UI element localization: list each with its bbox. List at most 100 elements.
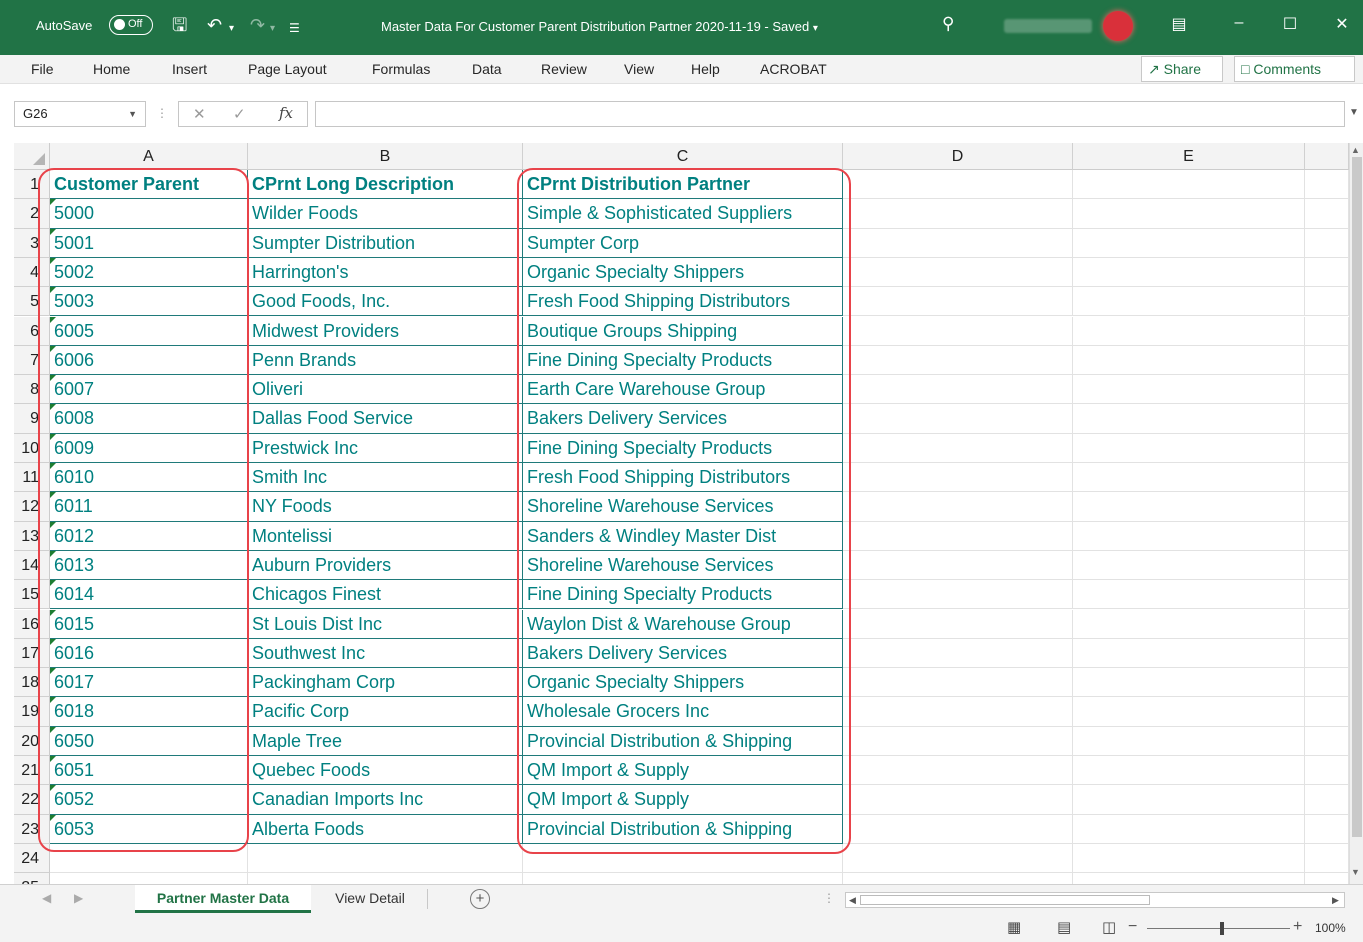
empty-cell[interactable]: [843, 814, 1073, 844]
row-header[interactable]: 8: [14, 375, 50, 405]
tab-prev-icon[interactable]: ◀: [42, 891, 51, 905]
row-header[interactable]: 20: [14, 726, 50, 756]
empty-cell[interactable]: [1305, 814, 1349, 844]
row-header[interactable]: 24: [14, 843, 50, 874]
header-cell[interactable]: CPrnt Distribution Partner: [523, 170, 843, 200]
user-name[interactable]: [1004, 19, 1092, 33]
table-cell[interactable]: Wilder Foods: [248, 199, 523, 229]
table-cell[interactable]: Dallas Food Service: [248, 404, 523, 434]
empty-cell[interactable]: [1073, 316, 1305, 346]
empty-cell[interactable]: [1305, 521, 1349, 551]
chevron-down-icon[interactable]: ▼: [128, 102, 137, 126]
row-header[interactable]: 18: [14, 668, 50, 698]
table-cell[interactable]: 6012: [50, 521, 248, 551]
empty-cell[interactable]: [1305, 316, 1349, 346]
scroll-up-icon[interactable]: ▲: [1351, 145, 1360, 155]
empty-cell[interactable]: [1073, 668, 1305, 698]
empty-cell[interactable]: [1073, 375, 1305, 405]
empty-cell[interactable]: [1305, 638, 1349, 669]
table-cell[interactable]: Organic Specialty Shippers: [523, 668, 843, 698]
table-cell[interactable]: Quebec Foods: [248, 756, 523, 786]
page-break-view-icon[interactable]: ◫: [1102, 918, 1116, 936]
empty-cell[interactable]: [843, 609, 1073, 639]
menu-help[interactable]: Help: [691, 61, 720, 77]
ribbon-display-icon[interactable]: ▤: [1164, 14, 1194, 34]
empty-cell[interactable]: [843, 521, 1073, 551]
empty-cell[interactable]: [1073, 257, 1305, 288]
empty-cell[interactable]: [1305, 170, 1349, 200]
redo-dropdown-icon[interactable]: ▾: [270, 18, 275, 40]
empty-cell[interactable]: [843, 492, 1073, 522]
empty-cell[interactable]: [1305, 463, 1349, 493]
empty-cell[interactable]: [1305, 199, 1349, 229]
table-cell[interactable]: Bakers Delivery Services: [523, 404, 843, 434]
empty-cell[interactable]: [843, 785, 1073, 815]
empty-cell[interactable]: [843, 199, 1073, 229]
empty-cell[interactable]: [1073, 697, 1305, 727]
row-header[interactable]: 12: [14, 492, 50, 522]
empty-cell[interactable]: [843, 257, 1073, 288]
table-cell[interactable]: 6014: [50, 580, 248, 610]
page-layout-view-icon[interactable]: ▤: [1057, 918, 1071, 936]
empty-cell[interactable]: [1073, 287, 1305, 317]
table-cell[interactable]: Organic Specialty Shippers: [523, 257, 843, 288]
table-cell[interactable]: Penn Brands: [248, 345, 523, 376]
table-cell[interactable]: Fine Dining Specialty Products: [523, 433, 843, 463]
row-header[interactable]: 7: [14, 345, 50, 376]
column-header-f[interactable]: [1305, 143, 1349, 170]
table-cell[interactable]: 5001: [50, 228, 248, 258]
empty-cell[interactable]: [1073, 463, 1305, 493]
close-icon[interactable]: ✕: [1327, 14, 1357, 34]
empty-cell[interactable]: [1305, 756, 1349, 786]
tab-view-detail[interactable]: View Detail: [318, 885, 422, 913]
empty-cell[interactable]: [843, 638, 1073, 669]
empty-cell[interactable]: [1305, 550, 1349, 581]
empty-cell[interactable]: [843, 550, 1073, 581]
table-cell[interactable]: Pacific Corp: [248, 697, 523, 727]
cancel-icon[interactable]: ✕: [193, 105, 206, 123]
table-cell[interactable]: Simple & Sophisticated Suppliers: [523, 199, 843, 229]
table-cell[interactable]: NY Foods: [248, 492, 523, 522]
table-cell[interactable]: Canadian Imports Inc: [248, 785, 523, 815]
row-header[interactable]: 3: [14, 228, 50, 258]
table-cell[interactable]: 5002: [50, 257, 248, 288]
menu-insert[interactable]: Insert: [172, 61, 207, 77]
empty-cell[interactable]: [1073, 550, 1305, 581]
normal-view-icon[interactable]: ▦: [1007, 918, 1021, 936]
empty-cell[interactable]: [1073, 433, 1305, 463]
document-title[interactable]: Master Data For Customer Parent Distribu…: [381, 19, 818, 34]
table-cell[interactable]: Auburn Providers: [248, 550, 523, 581]
row-header[interactable]: 2: [14, 199, 50, 229]
comments-button[interactable]: □ Comments: [1234, 56, 1355, 82]
empty-cell[interactable]: [843, 668, 1073, 698]
scroll-thumb[interactable]: [1352, 157, 1362, 837]
empty-cell[interactable]: [843, 287, 1073, 317]
menu-formulas[interactable]: Formulas: [372, 61, 430, 77]
zoom-slider[interactable]: [1147, 928, 1290, 929]
table-cell[interactable]: QM Import & Supply: [523, 756, 843, 786]
empty-cell[interactable]: [1073, 170, 1305, 200]
table-cell[interactable]: 6016: [50, 638, 248, 669]
empty-cell[interactable]: [1305, 375, 1349, 405]
header-cell[interactable]: Customer Parent: [50, 170, 248, 200]
empty-cell[interactable]: [1305, 228, 1349, 258]
column-header-a[interactable]: A: [50, 143, 248, 170]
empty-cell[interactable]: [1305, 785, 1349, 815]
empty-cell[interactable]: [1073, 756, 1305, 786]
confirm-icon[interactable]: ✓: [233, 105, 246, 123]
row-header[interactable]: 25: [14, 873, 50, 884]
empty-cell[interactable]: [1073, 814, 1305, 844]
row-header[interactable]: 15: [14, 580, 50, 610]
empty-cell[interactable]: [1305, 843, 1349, 874]
avatar[interactable]: [1103, 11, 1133, 41]
empty-cell[interactable]: [523, 843, 843, 874]
row-header[interactable]: 23: [14, 814, 50, 844]
menu-page-layout[interactable]: Page Layout: [248, 61, 327, 77]
table-cell[interactable]: Smith Inc: [248, 463, 523, 493]
expand-formula-icon[interactable]: ▼: [1349, 107, 1359, 118]
zoom-level[interactable]: 100%: [1315, 921, 1346, 935]
table-cell[interactable]: Prestwick Inc: [248, 433, 523, 463]
table-cell[interactable]: 5003: [50, 287, 248, 317]
table-cell[interactable]: Sanders & Windley Master Dist: [523, 521, 843, 551]
undo-dropdown-icon[interactable]: ▾: [229, 18, 234, 40]
